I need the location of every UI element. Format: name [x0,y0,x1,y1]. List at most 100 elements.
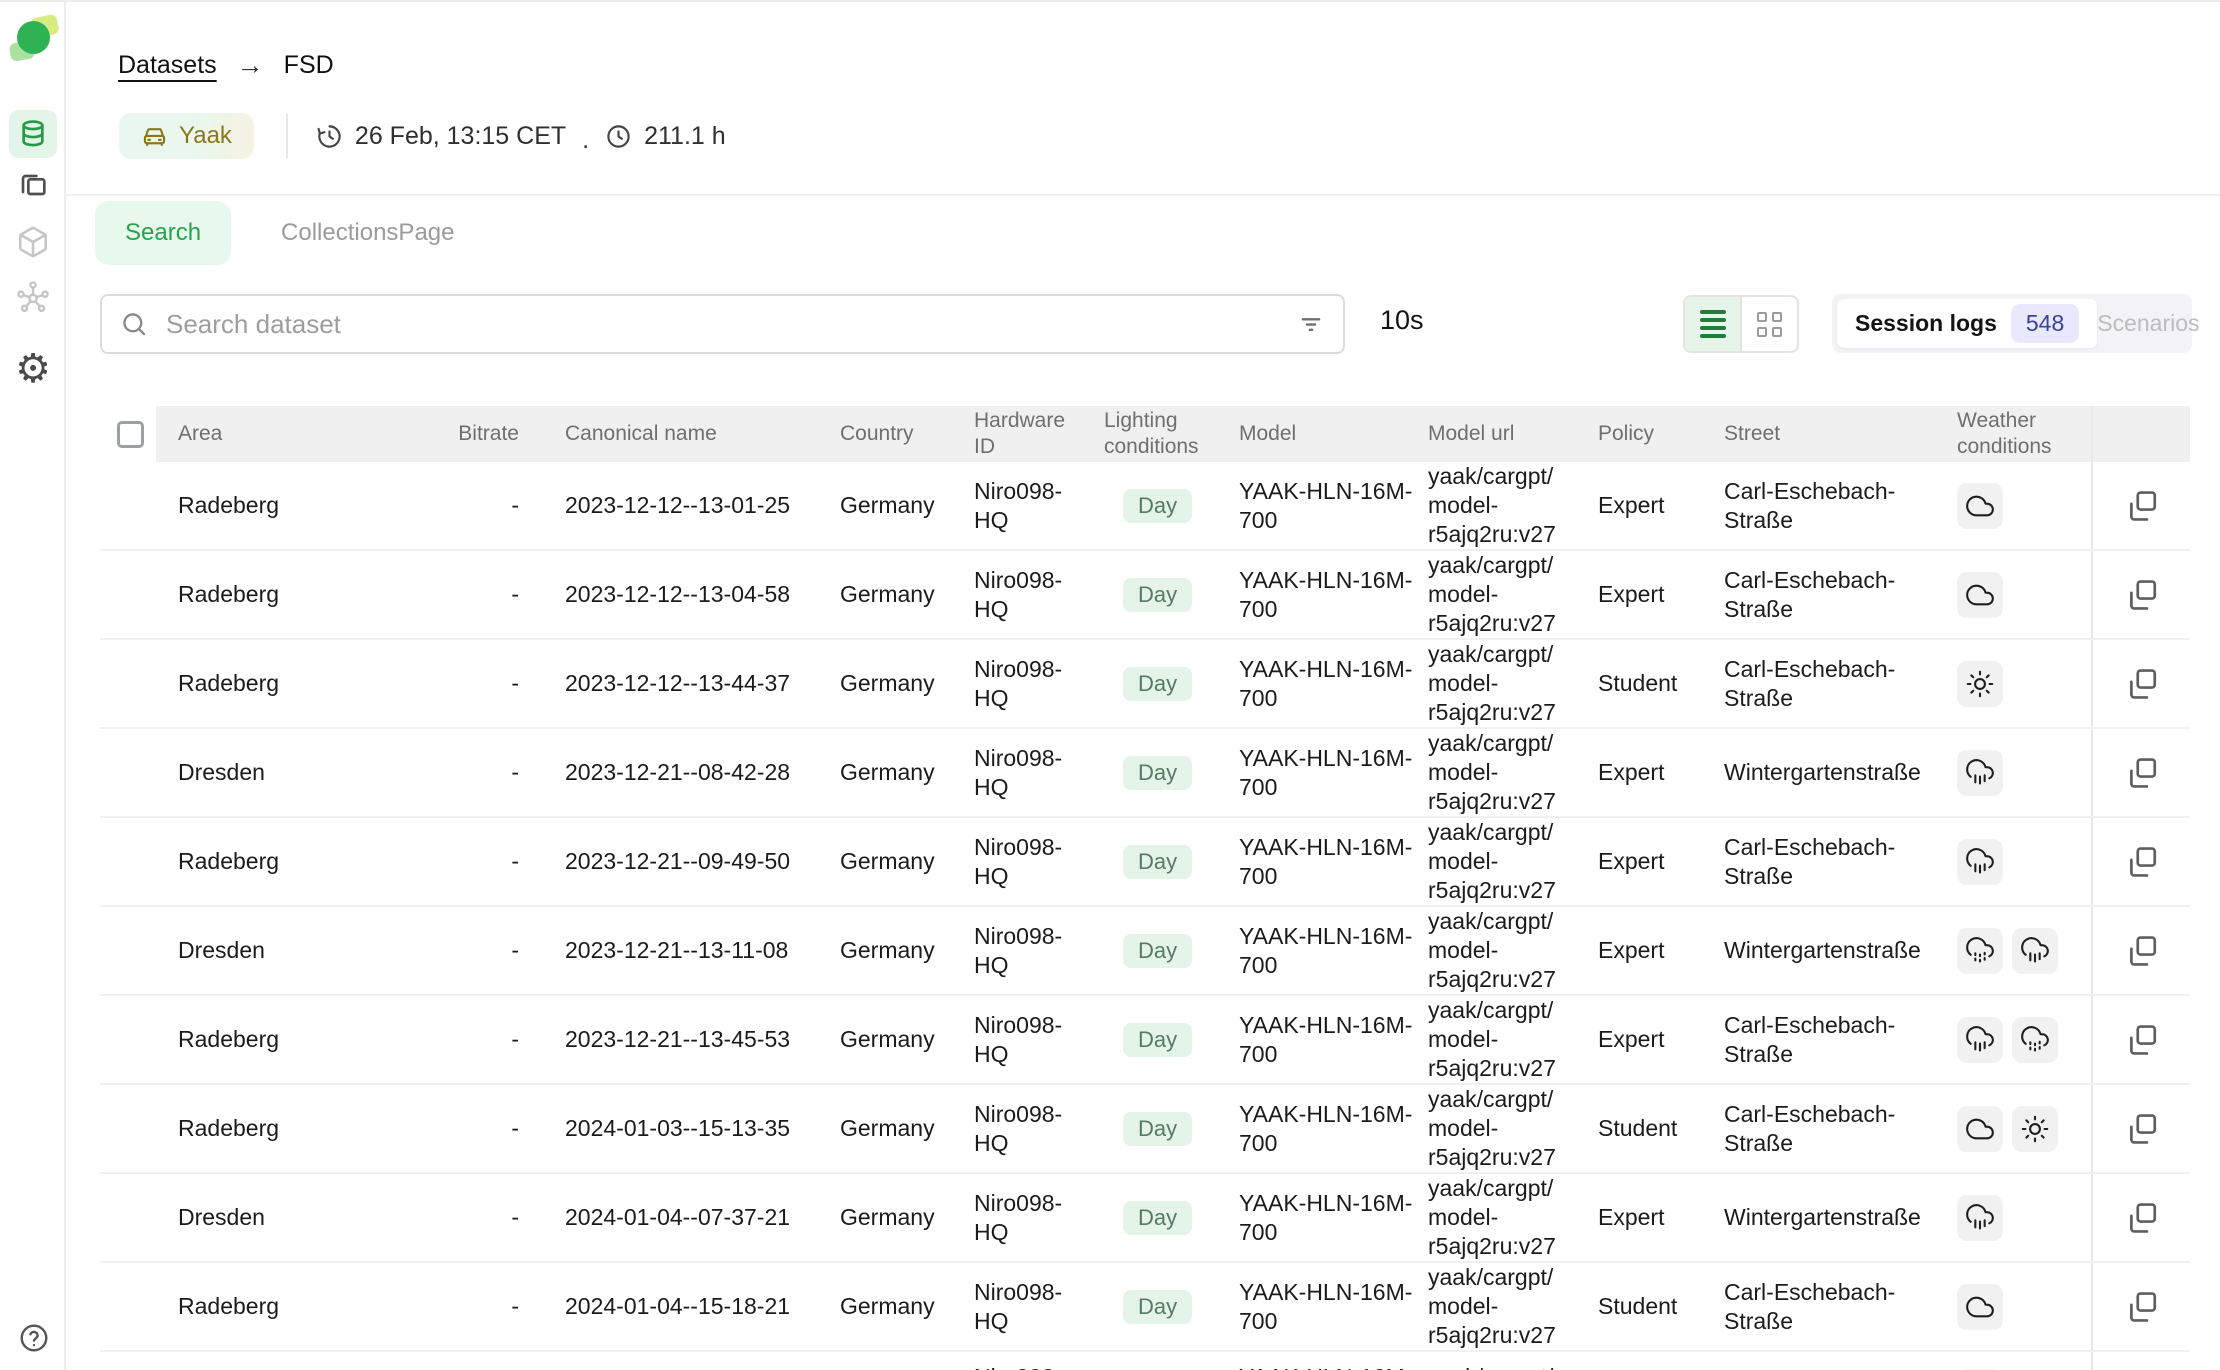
copy-button[interactable] [2125,1290,2159,1324]
session-logs-segment[interactable]: Session logs 548 [1837,299,2097,348]
column-header-model-url[interactable]: Model url [1415,406,1580,462]
cell-country: Germany [810,1114,955,1143]
sidebar-item-datasets[interactable] [9,110,57,158]
cell-hardware-id: Niro098-HQ [955,655,1090,713]
gear-icon: ⚙ [15,349,51,389]
table-row[interactable]: Radeberg - 2024-01-03--15-13-35 Germany … [100,1085,2190,1174]
folders-icon [17,170,49,202]
cell-country: Germany [810,669,955,698]
cell-bitrate: - [439,1025,529,1054]
cell-street: Carl-Eschebach-Straße [1710,1011,1940,1069]
cell-bitrate: - [439,580,529,609]
copy-icon [2125,1112,2159,1146]
copy-icon [2125,934,2159,968]
cell-country: Germany [810,847,955,876]
grid-view-button[interactable] [1740,297,1797,351]
cell-hardware-id: Niro098-HQ [955,566,1090,624]
cell-hardware-id: Niro098-HQ [955,922,1090,980]
filter-icon[interactable] [1297,310,1325,338]
cell-model-url: yaak/cargpt/model-r5ajq2ru:v27 [1415,1174,1580,1261]
grid-view-icon [1757,312,1782,337]
session-meta-row: Yaak 26 Feb, 13:15 CET . 211.1 h [119,113,726,159]
search-input[interactable] [166,309,1297,340]
help-button[interactable] [18,1322,50,1354]
copy-icon [2125,578,2159,612]
cell-bitrate: - [439,1292,529,1321]
copy-button[interactable] [2125,1023,2159,1057]
column-header-area[interactable]: Area [156,406,439,462]
copy-icon [2125,667,2159,701]
cell-model-url: yaak/cargpt/model-r5ajq2ru:v27 [1415,640,1580,727]
table-row[interactable]: Radeberg - 2023-12-21--13-45-53 Germany … [100,996,2190,1085]
view-toggle [1683,295,1799,353]
table-row[interactable]: Radeberg - 2023-12-21--09-49-50 Germany … [100,818,2190,907]
lighting-badge: Day [1123,489,1192,523]
column-header-country[interactable]: Country [810,406,955,462]
copy-button[interactable] [2125,756,2159,790]
meta-separator: . [582,126,589,155]
network-hub-icon [16,280,50,314]
column-header-hardware-id[interactable]: Hardware ID [955,406,1090,462]
tab-collections-page[interactable]: CollectionsPage [251,201,484,265]
sidebar: ⚙ [0,2,66,1370]
vehicle-name: Yaak [179,122,232,150]
cell-area: Dresden [156,758,439,787]
table-row[interactable]: Radeberg - 2023-12-12--13-04-58 Germany … [100,551,2190,640]
copy-button[interactable] [2125,1201,2159,1235]
column-header-canonical-name[interactable]: Canonical name [529,406,810,462]
cell-area: Dresden [156,936,439,965]
table-row[interactable]: Dresden - 2023-12-21--08-42-28 Germany N… [100,729,2190,818]
cell-country: Germany [810,1203,955,1232]
copy-button[interactable] [2125,489,2159,523]
database-icon [17,118,49,150]
sidebar-item-collections[interactable] [9,162,57,210]
tab-bar: Search CollectionsPage [95,201,484,265]
copy-button[interactable] [2125,667,2159,701]
weather-rain-icon [1957,1017,2003,1063]
tab-search[interactable]: Search [95,201,231,265]
table-row[interactable]: Radeberg - 2023-12-12--13-01-25 Germany … [100,462,2190,551]
cell-weather [1940,661,2091,707]
column-header-lighting-conditions[interactable]: Lighting conditions [1090,406,1225,462]
search-box[interactable] [100,294,1345,354]
column-header-model[interactable]: Model [1225,406,1415,462]
copy-button[interactable] [2125,578,2159,612]
cell-canonical-name: 2024-01-03--15-13-35 [529,1114,810,1143]
column-header-bitrate[interactable]: Bitrate [439,406,529,462]
table-row[interactable]: Dresden - 2024-01-04--07-37-21 Germany N… [100,1174,2190,1263]
copy-icon [2125,845,2159,879]
select-all-checkbox[interactable] [117,421,144,448]
table-row[interactable]: Dresden - 2024-01-05--08-46-29 Germany N… [100,1352,2190,1370]
sidebar-item-packages[interactable] [9,218,57,266]
cell-hardware-id: Niro098-HQ [955,1189,1090,1247]
table-row[interactable]: Radeberg - 2023-12-12--13-44-37 Germany … [100,640,2190,729]
sidebar-item-pipelines[interactable] [9,273,57,321]
cell-canonical-name: 2023-12-12--13-44-37 [529,669,810,698]
column-header-street[interactable]: Street [1710,406,1940,462]
copy-button[interactable] [2125,1112,2159,1146]
cell-canonical-name: 2023-12-21--08-42-28 [529,758,810,787]
table-row[interactable]: Radeberg - 2024-01-04--15-18-21 Germany … [100,1263,2190,1352]
table-row[interactable]: Dresden - 2023-12-21--13-11-08 Germany N… [100,907,2190,996]
column-header-policy[interactable]: Policy [1580,406,1710,462]
list-view-button[interactable] [1685,297,1740,351]
cell-bitrate: - [439,1203,529,1232]
sidebar-item-settings[interactable]: ⚙ [9,345,57,393]
scenarios-segment[interactable]: Scenarios [2097,310,2199,337]
column-header-weather-conditions[interactable]: Weather conditions [1940,406,2091,462]
copy-button[interactable] [2125,845,2159,879]
cell-bitrate: - [439,847,529,876]
cell-policy: Expert [1580,580,1710,609]
cell-hardware-id: Niro098-HQ [955,1011,1090,1069]
clock-history-icon [316,123,343,150]
breadcrumb-datasets-link[interactable]: Datasets [118,51,217,80]
cell-bitrate: - [439,669,529,698]
cell-weather [1940,483,2091,529]
copy-button[interactable] [2125,934,2159,968]
cell-weather [1940,1106,2091,1152]
cell-canonical-name: 2023-12-12--13-01-25 [529,491,810,520]
session-datetime: 26 Feb, 13:15 CET [316,122,566,151]
session-logs-count-badge: 548 [2011,304,2079,343]
cell-model: YAAK-HLN-16M-700 [1225,655,1415,713]
cell-street: Carl-Eschebach-Straße [1710,1100,1940,1158]
